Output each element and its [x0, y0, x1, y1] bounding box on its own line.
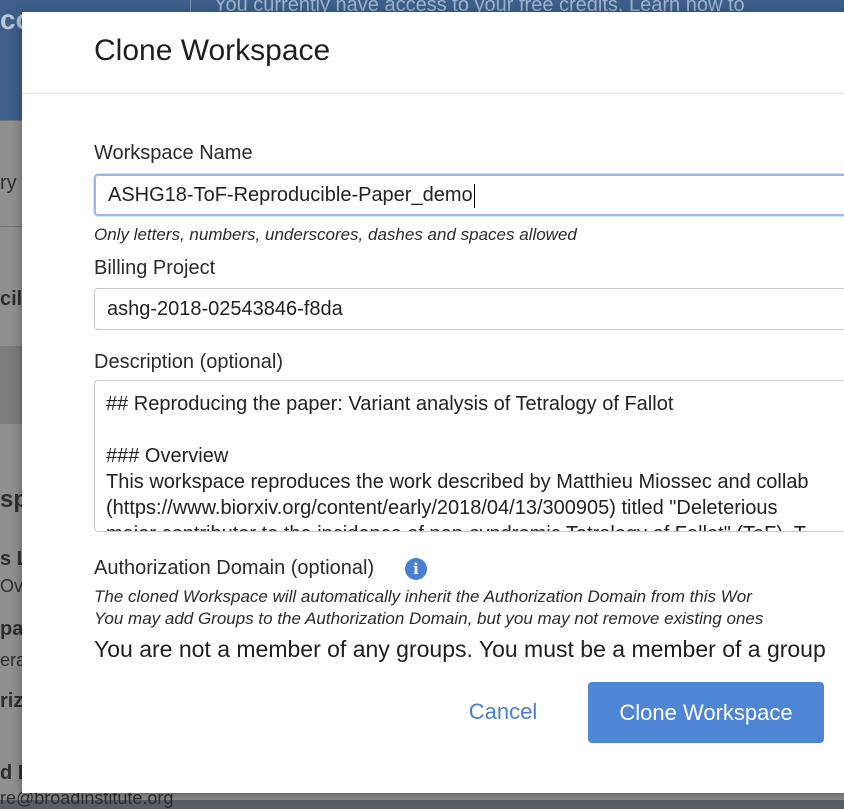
description-textarea[interactable]: ## Reproducing the paper: Variant analys…: [94, 380, 844, 532]
dialog-title: Clone Workspace: [94, 34, 331, 67]
description-line: [106, 417, 842, 443]
description-label: Description (optional): [94, 351, 283, 373]
cancel-button[interactable]: Cancel: [443, 682, 563, 742]
description-line: major contributor to the incidence of no…: [106, 521, 842, 531]
authorization-domain-hint: The cloned Workspace will automatically …: [94, 587, 752, 606]
background-sidebar-item: pa: [0, 618, 24, 640]
background-sidebar-item: d I: [0, 762, 24, 784]
background-strip: [0, 346, 22, 424]
workspace-name-value: ASHG18-ToF-Reproducible-Paper_demo: [108, 184, 473, 206]
description-line: (https://www.biorxiv.org/content/early/2…: [106, 497, 778, 519]
dialog-header: Clone Workspace: [22, 12, 844, 94]
background-sidebar-item: ry: [0, 172, 17, 194]
background-sidebar-item: Ov: [0, 576, 24, 596]
no-groups-message: You are not a member of any groups. You …: [94, 636, 826, 662]
workspace-name-input[interactable]: ASHG18-ToF-Reproducible-Paper_demo: [94, 174, 844, 216]
background-divider-line: [0, 226, 22, 227]
billing-project-select[interactable]: ashg-2018-02543846-f8da: [94, 288, 844, 330]
background-sidebar-item: cil: [0, 288, 23, 310]
background-divider-line: [0, 120, 22, 121]
authorization-domain-hint: You may add Groups to the Authorization …: [94, 609, 764, 628]
description-line: ### Overview: [106, 445, 229, 467]
workspace-name-hint: Only letters, numbers, underscores, dash…: [94, 225, 577, 244]
workspace-name-label: Workspace Name: [94, 142, 253, 164]
authorization-domain-label: Authorization Domain (optional): [94, 557, 375, 579]
description-line: This workspace reproduces the work descr…: [106, 471, 809, 493]
info-icon[interactable]: i: [405, 558, 427, 580]
billing-project-value: ashg-2018-02543846-f8da: [107, 298, 343, 320]
billing-project-label: Billing Project: [94, 257, 216, 279]
description-line: ## Reproducing the paper: Variant analys…: [106, 393, 674, 415]
text-caret: [473, 183, 475, 208]
clone-workspace-dialog: Clone Workspace Workspace Name ASHG18-To…: [22, 12, 844, 793]
clone-workspace-button[interactable]: Clone Workspace: [588, 682, 824, 743]
